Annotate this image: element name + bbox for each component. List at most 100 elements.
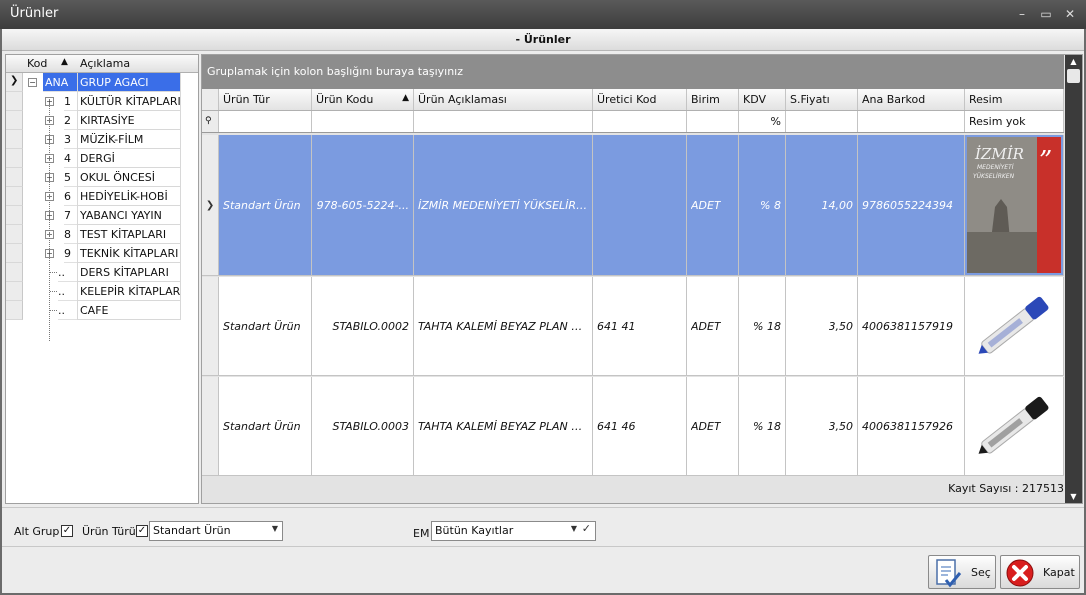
filter-cell[interactable] [312,111,414,132]
maximize-icon[interactable]: ▭ [1038,6,1054,22]
filter-bar: Alt Grup ✓ Ürün Türü ✓ Standart Ürün ▼ E… [2,507,1084,545]
book-cover-image: İZMİRMEDENİYETİ YÜKSELİRKEN ” [967,137,1061,273]
cell-aciklama[interactable]: TAHTA KALEMİ BEYAZ PLAN 64 S ... [414,377,593,475]
filter-row[interactable]: ⚲ % Resim yok [202,111,1064,133]
cell-fiyat[interactable]: 3,50 [786,377,858,475]
col-resim[interactable]: Resim [965,89,1064,110]
table-row[interactable]: Standart Ürün STABILO.0003 TAHTA KALEMİ BE… [202,377,1064,476]
em-select[interactable]: Bütün Kayıtlar ▼ ✓ [431,521,596,541]
sec-button-label: Seç [971,566,991,579]
cell-barkod[interactable]: 4006381157919 [858,277,965,375]
filter-cell[interactable] [414,111,593,132]
tree-item[interactable]: +9 TEKNİK KİTAPLARI [6,244,198,263]
tree-item[interactable]: +2 KIRTASİYE [6,111,198,130]
chevron-down-icon[interactable]: ▼ [272,524,278,533]
cell-fiyat-text: 3,50 [828,419,854,433]
cell-birim[interactable]: ADET [687,277,739,375]
confirm-check-icon[interactable]: ✓ [582,522,591,535]
tree-item[interactable]: ❯ − ANA GRUP AGACI [6,73,198,92]
tree-item[interactable]: +3 MÜZİK-FİLM [6,130,198,149]
chevron-down-icon[interactable]: ▼ [571,524,577,533]
table-row[interactable]: ❯ Standart Ürün 978-605-5224-... İZMİR MEDE… [202,135,1064,276]
filter-cell[interactable] [219,111,312,132]
cell-birim-text: ADET [691,419,721,433]
minimize-icon[interactable]: – [1014,6,1030,22]
cell-birim[interactable]: ADET [687,135,739,275]
cell-birim[interactable]: ADET [687,377,739,475]
tree-item[interactable]: .. DERS KİTAPLARI [6,263,198,282]
cell-uretici[interactable]: 641 46 [593,377,687,475]
sec-button[interactable]: Seç [928,555,996,589]
cell-tur[interactable]: Standart Ürün [219,135,312,275]
alt-grup-checkbox[interactable]: ✓ [61,525,73,537]
cell-fiyat[interactable]: 14,00 [786,135,858,275]
cell-kod-text: 978-605-5224-... [316,198,409,212]
cell-resim[interactable] [965,277,1064,375]
cell-tur[interactable]: Standart Ürün [219,377,312,475]
col-urun-tur[interactable]: Ürün Tür [219,89,312,110]
scroll-thumb[interactable] [1067,69,1080,83]
tree-item[interactable]: +5 OKUL ÖNCESİ [6,168,198,187]
product-grid[interactable]: Gruplamak için kolon başlığını buraya ta… [201,54,1083,504]
close-icon[interactable]: ✕ [1062,6,1078,22]
cell-barkod[interactable]: 9786055224394 [858,135,965,275]
kapat-button[interactable]: Kapat [1000,555,1080,589]
col-ana-barkod[interactable]: Ana Barkod [858,89,965,110]
tree-col-aciklama[interactable]: Açıklama [80,57,130,70]
cell-resim[interactable] [965,377,1064,475]
filter-cell[interactable] [593,111,687,132]
cell-kod[interactable]: STABILO.0003 [312,377,414,475]
tree-item[interactable]: +1 KÜLTÜR KİTAPLARI [6,92,198,111]
cell-tur-text: Standart Ürün [223,198,301,212]
grid-scrollbar[interactable]: ▲ ▼ [1065,55,1082,503]
cell-kdv[interactable]: % 18 [739,277,786,375]
cell-uretici[interactable]: 641 41 [593,277,687,375]
group-panel[interactable]: Gruplamak için kolon başlığını buraya ta… [202,55,1064,89]
tree-item[interactable]: +6 HEDİYELİK-HOBİ [6,187,198,206]
col-urun-kodu-label: Ürün Kodu [316,93,374,106]
col-kdv[interactable]: KDV [739,89,786,110]
tree-item[interactable]: +7 YABANCI YAYIN [6,206,198,225]
em-label: EM [413,527,430,540]
cell-barkod-text: 4006381157919 [862,319,953,333]
filter-cell[interactable] [786,111,858,132]
col-s-fiyati[interactable]: S.Fiyatı [786,89,858,110]
col-birim[interactable]: Birim [687,89,739,110]
cell-kod[interactable]: 978-605-5224-... [312,135,414,275]
cell-aciklama[interactable]: TAHTA KALEMİ BEYAZ PLAN 64 ... [414,277,593,375]
scroll-up-icon[interactable]: ▲ [1065,57,1082,66]
cell-kdv[interactable]: % 18 [739,377,786,475]
filter-cell[interactable] [858,111,965,132]
tree-item[interactable]: +8 TEST KİTAPLARI [6,225,198,244]
cell-aciklama[interactable]: İZMİR MEDENİYETİ YÜKSELİRKE ... [414,135,593,275]
urun-turu-checkbox[interactable]: ✓ [136,525,148,537]
cell-uretici[interactable] [593,135,687,275]
cell-barkod[interactable]: 4006381157926 [858,377,965,475]
tree-item[interactable]: +4 DERGİ [6,149,198,168]
group-tree[interactable]: Kod ▲ Açıklama ❯ − ANA GRUP AGACI +1 KÜLTÜR K… [5,54,199,504]
collapse-icon[interactable]: − [28,78,37,87]
table-row[interactable]: Standart Ürün STABILO.0002 TAHTA KALEMİ BE… [202,277,1064,376]
tree-item[interactable]: .. CAFE [6,301,198,320]
em-value: Bütün Kayıtlar [435,524,514,537]
filter-icon[interactable]: ⚲ [202,111,219,132]
col-urun-kodu[interactable]: Ürün Kodu ▲ [312,89,414,110]
cell-fiyat[interactable]: 3,50 [786,277,858,375]
cell-kdv-text: % 18 [753,419,781,433]
urun-turu-select[interactable]: Standart Ürün ▼ [149,521,283,541]
filter-cell[interactable] [687,111,739,132]
cell-kod[interactable]: STABILO.0002 [312,277,414,375]
cell-kdv[interactable]: % 8 [739,135,786,275]
tree-item-kod: 4 [64,149,77,168]
tree-item-kod: 5 [64,168,77,187]
filter-kdv[interactable]: % [739,111,786,132]
cell-resim[interactable]: İZMİR MEDENİYETİ YÜKSELİRKEN ” [965,135,1064,275]
tree-item[interactable]: .. KELEPİR KİTAPLAR [6,282,198,301]
col-uretici-kod[interactable]: Üretici Kod [593,89,687,110]
col-urun-aciklamasi[interactable]: Ürün Açıklaması [414,89,593,110]
scroll-down-icon[interactable]: ▼ [1065,492,1082,501]
tree-col-kod[interactable]: Kod [27,57,47,70]
cell-tur[interactable]: Standart Ürün [219,277,312,375]
filter-resim[interactable]: Resim yok [965,111,1064,132]
row-indicator [6,168,23,187]
